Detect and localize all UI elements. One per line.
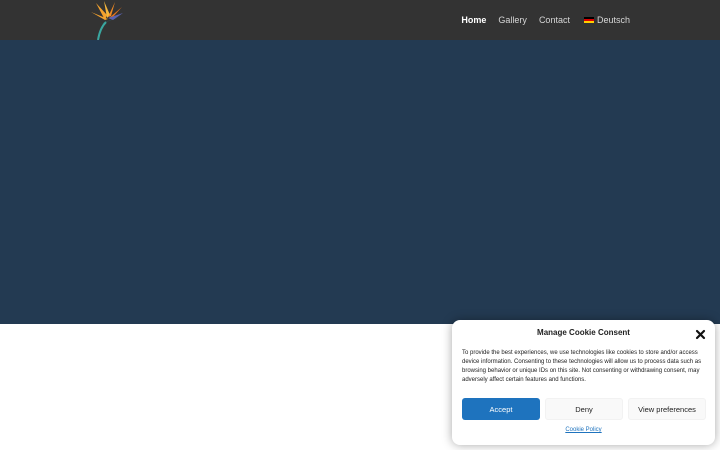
- cookie-dialog-title: Manage Cookie Consent: [537, 328, 630, 337]
- close-icon[interactable]: [695, 327, 706, 340]
- site-header: Home Gallery Contact Deutsch: [0, 0, 720, 42]
- bird-of-paradise-flower-icon: [91, 1, 123, 41]
- german-flag-icon: [583, 17, 594, 23]
- accept-button[interactable]: Accept: [462, 398, 540, 420]
- nav-item-contact[interactable]: Contact: [539, 0, 570, 40]
- site-logo[interactable]: [88, 0, 128, 42]
- cookie-dialog-message: To provide the best experiences, we use …: [462, 350, 702, 383]
- deny-button[interactable]: Deny: [545, 398, 623, 420]
- hero-banner: [0, 40, 720, 324]
- nav-item-home[interactable]: Home: [461, 0, 486, 40]
- view-preferences-button[interactable]: View preferences: [628, 398, 706, 420]
- cookie-consent-dialog: Manage Cookie Consent To provide the bes…: [452, 320, 715, 445]
- language-label: Deutsch: [596, 15, 630, 25]
- nav-item-language[interactable]: Deutsch: [583, 0, 630, 40]
- main-nav: Home Gallery Contact Deutsch: [449, 0, 630, 40]
- nav-item-gallery[interactable]: Gallery: [498, 0, 527, 40]
- cookie-policy-link[interactable]: Cookie Policy: [452, 427, 715, 433]
